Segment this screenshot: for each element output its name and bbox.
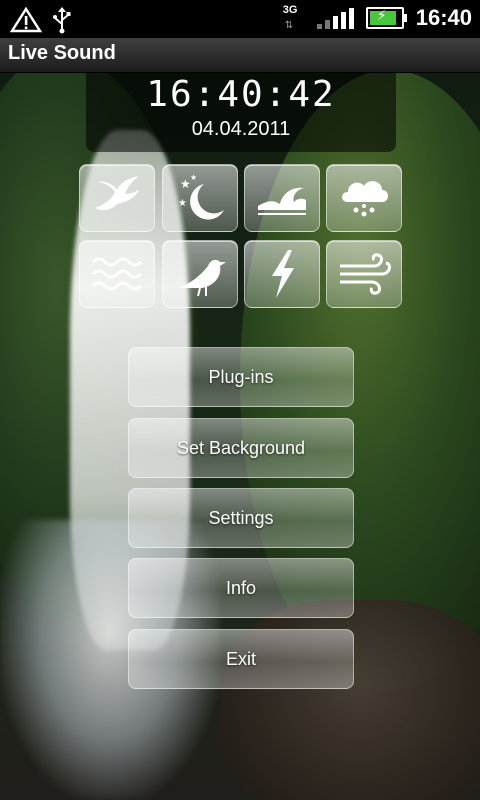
songbird-icon bbox=[178, 259, 226, 297]
clock-widget: 16:40:42 04.04.2011 bbox=[86, 72, 396, 152]
sound-button-waves[interactable] bbox=[244, 164, 320, 232]
status-time: 16:40 bbox=[415, 5, 472, 30]
svg-text:★: ★ bbox=[190, 173, 197, 182]
sound-button-wind[interactable] bbox=[326, 240, 402, 308]
sound-button-songbird[interactable] bbox=[162, 240, 238, 308]
network-type: 3G bbox=[282, 4, 298, 16]
bird-flying-icon bbox=[95, 176, 139, 211]
sound-button-rain[interactable] bbox=[326, 164, 402, 232]
signal-icon bbox=[316, 7, 354, 29]
app-title-bar: Live Sound bbox=[0, 38, 480, 73]
wind-icon bbox=[340, 253, 391, 295]
exit-button[interactable]: Exit bbox=[128, 629, 354, 689]
alert-icon bbox=[9, 6, 43, 37]
info-button[interactable]: Info bbox=[128, 558, 354, 618]
data-arrows-icon: ⇅ bbox=[284, 20, 294, 31]
sound-button-night[interactable]: ★ ★ ★ bbox=[162, 164, 238, 232]
app-title: Live Sound bbox=[8, 42, 116, 64]
water-icon bbox=[91, 257, 143, 291]
network-indicator: 3G ⇅ bbox=[283, 4, 305, 32]
waves-icon bbox=[258, 187, 306, 215]
night-icon: ★ ★ ★ bbox=[178, 173, 224, 220]
thunder-icon bbox=[272, 250, 294, 298]
status-bar: 3G ⇅ ⚡ 16:40 bbox=[0, 0, 480, 38]
battery-charging-icon: ⚡ bbox=[365, 7, 407, 29]
sound-button-thunder[interactable] bbox=[244, 240, 320, 308]
settings-button[interactable]: Settings bbox=[128, 488, 354, 548]
usb-icon bbox=[52, 6, 72, 38]
clock-time: 16:40:42 bbox=[146, 74, 336, 115]
sound-button-bird[interactable] bbox=[79, 164, 155, 232]
clock-date: 04.04.2011 bbox=[191, 118, 291, 140]
rain-icon bbox=[342, 181, 388, 217]
svg-text:★: ★ bbox=[178, 198, 187, 209]
set-background-button[interactable]: Set Background bbox=[128, 418, 354, 478]
plugins-button[interactable]: Plug-ins bbox=[128, 347, 354, 407]
sound-button-water[interactable] bbox=[79, 240, 155, 308]
